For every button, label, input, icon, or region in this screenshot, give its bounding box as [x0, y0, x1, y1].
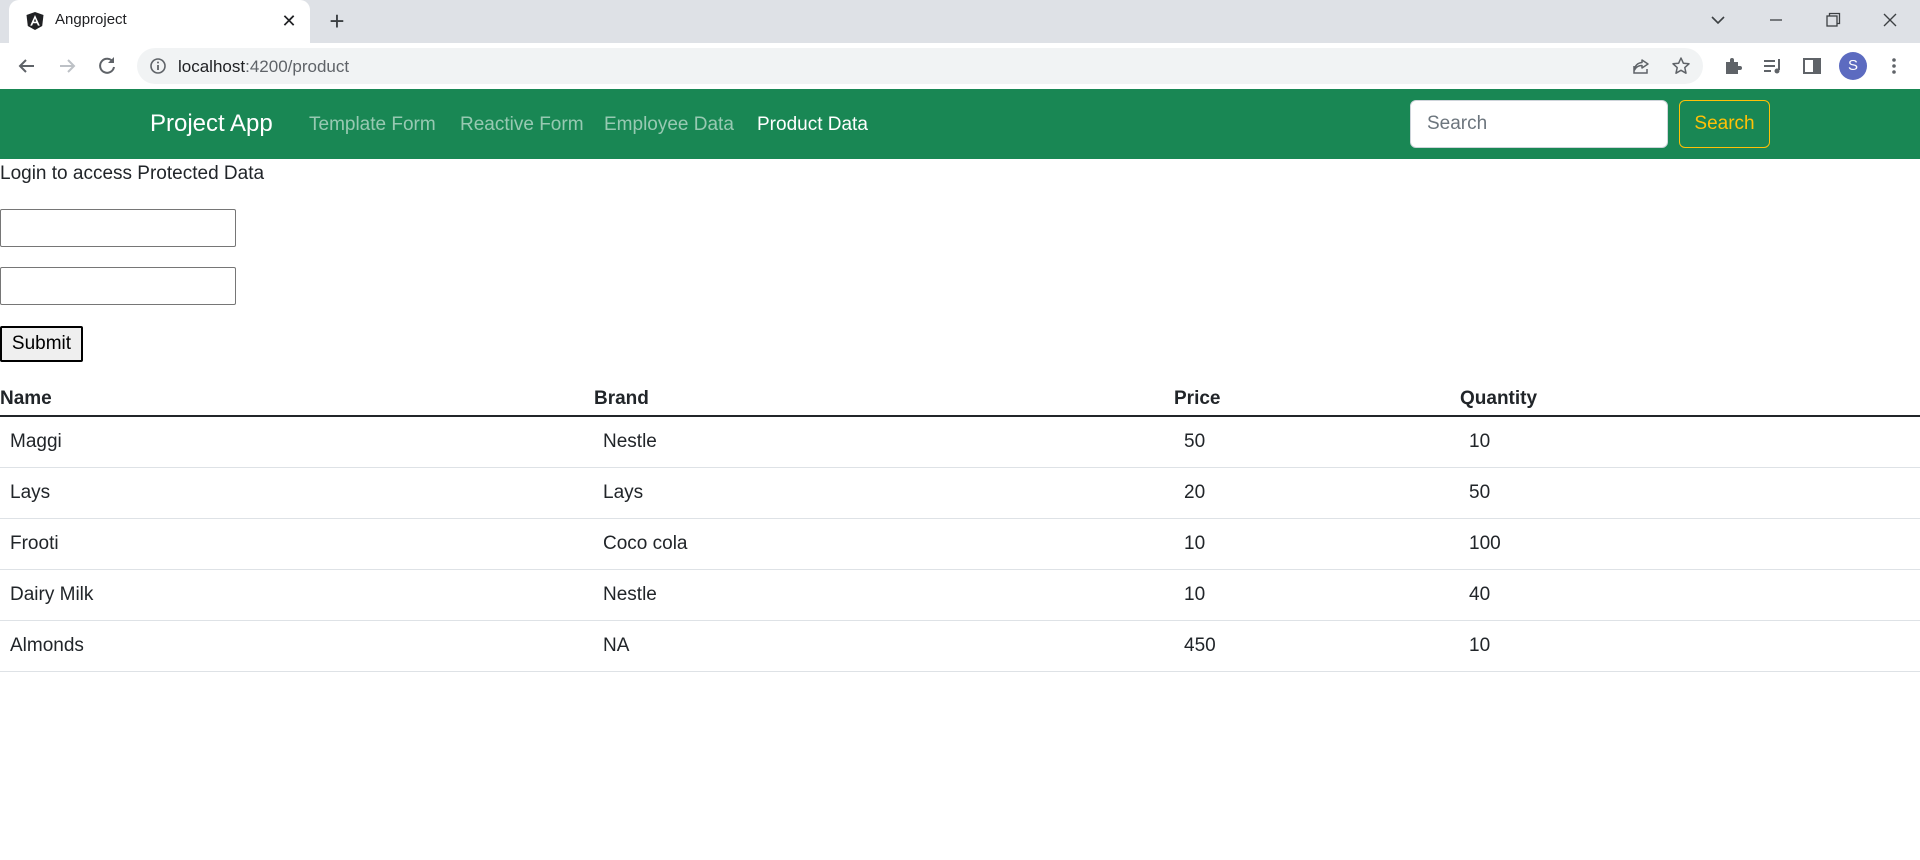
- cell-quantity: 100: [1469, 533, 1501, 554]
- table-row: Dairy Milk Nestle 10 40: [0, 570, 1920, 621]
- app-navbar: Project App Template Form Reactive Form …: [0, 89, 1920, 159]
- cell-price: 10: [1184, 533, 1206, 554]
- side-panel-icon[interactable]: [1798, 52, 1826, 80]
- media-control-icon[interactable]: [1758, 52, 1786, 80]
- cell-quantity: 10: [1469, 635, 1491, 656]
- browser-tab[interactable]: Angproject ✕: [9, 0, 310, 43]
- browser-tab-strip: Angproject ✕ +: [0, 0, 1920, 43]
- cell-name: Lays: [10, 482, 51, 503]
- extensions-icon[interactable]: [1718, 52, 1746, 80]
- cell-quantity: 50: [1469, 482, 1491, 503]
- bookmark-star-icon[interactable]: [1671, 56, 1691, 76]
- navbar-search-button[interactable]: Search: [1679, 100, 1770, 148]
- address-bar[interactable]: localhost:4200/product: [137, 48, 1703, 84]
- column-header-quantity: Quantity: [1460, 388, 1538, 409]
- column-header-brand: Brand: [594, 388, 649, 409]
- site-info-icon[interactable]: [149, 57, 167, 75]
- share-icon[interactable]: [1631, 56, 1651, 76]
- cell-brand: Nestle: [603, 431, 657, 452]
- login-password-input[interactable]: [0, 267, 236, 305]
- cell-price: 10: [1184, 584, 1206, 605]
- column-header-name: Name: [0, 388, 52, 409]
- url-text: localhost:4200/product: [178, 57, 349, 77]
- nav-link-product-data[interactable]: Product Data: [757, 114, 868, 136]
- restore-icon[interactable]: [1817, 6, 1849, 34]
- tab-title: Angproject: [55, 11, 127, 28]
- browser-menu-icon[interactable]: [1880, 52, 1908, 80]
- cell-quantity: 10: [1469, 431, 1491, 452]
- login-username-input[interactable]: [0, 209, 236, 247]
- nav-link-reactive-form[interactable]: Reactive Form: [460, 114, 584, 136]
- cell-price: 450: [1184, 635, 1216, 656]
- column-header-price: Price: [1174, 388, 1221, 409]
- cell-price: 20: [1184, 482, 1206, 503]
- product-table: Name Brand Price Quantity Maggi Nestle 5…: [0, 381, 1920, 672]
- navbar-brand[interactable]: Project App: [150, 110, 273, 138]
- table-row: Maggi Nestle 50 10: [0, 417, 1920, 468]
- cell-name: Dairy Milk: [10, 584, 94, 605]
- browser-toolbar: localhost:4200/product S: [0, 43, 1920, 89]
- cell-brand: Coco cola: [603, 533, 688, 554]
- nav-link-template-form[interactable]: Template Form: [309, 114, 436, 136]
- cell-price: 50: [1184, 431, 1206, 452]
- table-row: Frooti Coco cola 10 100: [0, 519, 1920, 570]
- navbar-search-input[interactable]: [1410, 100, 1668, 148]
- cell-name: Almonds: [10, 635, 84, 656]
- cell-brand: Nestle: [603, 584, 657, 605]
- close-window-icon[interactable]: [1874, 6, 1906, 34]
- tab-search-chevron-icon[interactable]: [1702, 6, 1734, 34]
- forward-icon[interactable]: [53, 52, 81, 80]
- table-row: Lays Lays 20 50: [0, 468, 1920, 519]
- cell-name: Frooti: [10, 533, 59, 554]
- cell-brand: NA: [603, 635, 630, 656]
- profile-avatar[interactable]: S: [1839, 52, 1867, 80]
- cell-quantity: 40: [1469, 584, 1491, 605]
- cell-name: Maggi: [10, 431, 62, 452]
- minimize-icon[interactable]: [1760, 6, 1792, 34]
- login-heading: Login to access Protected Data: [0, 163, 265, 184]
- angular-logo-icon: [26, 12, 44, 30]
- back-icon[interactable]: [13, 52, 41, 80]
- url-path: :4200/product: [245, 57, 350, 76]
- nav-link-employee-data[interactable]: Employee Data: [604, 114, 734, 136]
- cell-brand: Lays: [603, 482, 644, 503]
- table-header-row: Name Brand Price Quantity: [0, 381, 1920, 417]
- table-row: Almonds NA 450 10: [0, 621, 1920, 672]
- url-host: localhost: [178, 57, 246, 76]
- reload-icon[interactable]: [93, 52, 121, 80]
- new-tab-icon[interactable]: +: [324, 8, 350, 35]
- close-tab-icon[interactable]: ✕: [279, 11, 299, 31]
- submit-button[interactable]: Submit: [0, 326, 83, 362]
